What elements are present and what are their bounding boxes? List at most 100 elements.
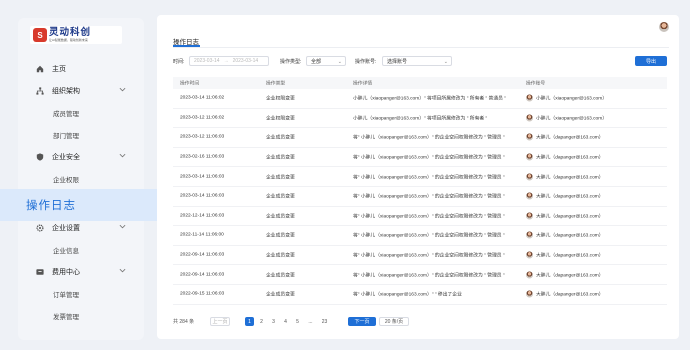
account-name: 大胖儿（dapanger@163.com） <box>536 194 604 200</box>
chevron-down-icon[interactable] <box>119 87 126 94</box>
type-label: 操作类型: <box>280 59 302 65</box>
cell-account: 大胖儿（dapanger@163.com） <box>526 133 604 141</box>
chevron-down-icon: ⌄ <box>337 59 342 65</box>
cell-time: 2023-03-14 11:06:02 <box>180 95 225 101</box>
chevron-down-icon[interactable] <box>119 224 126 231</box>
sidebar-item-label: 主页 <box>52 66 66 73</box>
account-name: 大胖儿（dapanger@163.com） <box>536 214 604 220</box>
export-button[interactable]: 导出 <box>635 56 667 66</box>
cell-detail: 小胖儿（xiaopanger@163.com）" 将项目所属修改为 " 所有者 … <box>353 116 488 122</box>
sidebar-item-10[interactable]: 订单管理 <box>18 283 144 305</box>
sidebar-item-5[interactable]: 企业权限 <box>18 168 144 190</box>
filter-bar: 时间: 2023-03-14 → 2023-03-14 操作类型: 全部 ⌄ 操… <box>173 56 673 66</box>
sidebar-item-11[interactable]: 发票管理 <box>18 305 144 327</box>
table-row: 2022-09-15 11:06:03 企业成员变更 将" 小胖儿（xiaopang… <box>173 285 667 305</box>
table-body: 2023-03-14 11:06:02 企业权限变更 小胖儿（xiaopanger@… <box>173 89 667 305</box>
cell-account: 小胖儿（xiaopanger@163.com） <box>526 94 607 102</box>
page-current[interactable]: 1 <box>245 317 254 326</box>
cell-type: 企业成员变更 <box>266 273 295 279</box>
table-row: 2023-03-14 11:06:02 企业权限变更 小胖儿（xiaopanger@… <box>173 89 667 109</box>
cell-time: 2022-12-14 11:06:03 <box>180 213 225 219</box>
sidebar-item-9[interactable]: 费用中心 <box>18 261 144 283</box>
header-detail: 操作详情 <box>353 81 373 87</box>
cell-account: 大胖儿（dapanger@163.com） <box>526 251 604 259</box>
page-size-select[interactable]: 20 条/页 <box>379 317 409 326</box>
pagination: 共 284 条 上一页 1 2 3 4 5... 23 下一页 20 条/页 <box>173 317 573 326</box>
account-name: 大胖儿（dapanger@163.com） <box>536 292 604 298</box>
account-select[interactable]: 选择账号 ⌄ <box>382 56 452 66</box>
table-row: 2023-02-16 11:06:03 企业成员变更 将" 小胖儿（xiaopang… <box>173 148 667 168</box>
table-header: 操作时间 操作类型 操作详情 操作账号 <box>173 77 667 89</box>
account-name: 小胖儿（xiaopanger@163.com） <box>536 96 607 102</box>
header-type: 操作类型 <box>266 81 286 87</box>
table-row: 2023-03-12 11:06:02 企业权限变更 小胖儿（xiaopanger@… <box>173 109 667 129</box>
sidebar-item-label: 企业信息 <box>53 248 79 255</box>
cell-detail: 将" 小胖儿（xiaopanger@163.com）" 的企业空间权限修改为 "… <box>353 194 505 200</box>
avatar <box>526 271 533 279</box>
page-link[interactable]: ... <box>306 317 315 326</box>
sidebar-item-label: 成员管理 <box>53 111 79 118</box>
chevron-down-icon[interactable] <box>119 268 126 275</box>
sidebar-item-label: 企业安全 <box>52 154 80 161</box>
sidebar-item-0[interactable]: 主页 <box>18 58 144 80</box>
main-panel: 操作日志 时间: 2023-03-14 → 2023-03-14 操作类型: 全… <box>157 15 679 339</box>
cell-type: 企业成员变更 <box>266 292 295 298</box>
cell-account: 大胖儿（dapanger@163.com） <box>526 271 604 279</box>
cell-account: 大胖儿（dapanger@163.com） <box>526 212 604 220</box>
header-account: 操作账号 <box>526 81 546 87</box>
cell-detail: 将" 小胖儿（xiaopanger@163.com）" 的企业空间权限修改为 "… <box>353 135 505 141</box>
cell-account: 大胖儿（dapanger@163.com） <box>526 173 604 181</box>
date-range-picker[interactable]: 2023-03-14 → 2023-03-14 <box>189 56 269 66</box>
cell-detail: 将" 小胖儿（xiaopanger@163.com）" 的企业空间权限修改为 "… <box>353 253 505 259</box>
log-table: 操作时间 操作类型 操作详情 操作账号 2023-03-14 11:06:02 企… <box>173 77 667 305</box>
avatar <box>526 192 533 200</box>
cell-type: 企业成员变更 <box>266 135 295 141</box>
cell-type: 企业成员变更 <box>266 253 295 259</box>
avatar <box>526 153 533 161</box>
cell-account: 大胖儿（dapanger@163.com） <box>526 290 604 298</box>
brand-logo[interactable]: S 灵动科创 让AI赋能数据，驱动创新未来 <box>30 26 122 44</box>
sidebar-item-8[interactable]: 企业信息 <box>18 239 144 261</box>
sidebar-item-label: 订单管理 <box>53 292 79 299</box>
sidebar-item-2[interactable]: 成员管理 <box>18 102 144 124</box>
cell-detail: 将" 小胖儿（xiaopanger@163.com）" 的企业空间权限修改为 "… <box>353 175 505 181</box>
cell-time: 2023-03-12 11:06:02 <box>180 115 225 121</box>
cell-time: 2022-11-14 11:06:00 <box>180 232 224 238</box>
page-link[interactable]: 3 <box>269 317 278 326</box>
chevron-down-icon[interactable] <box>119 153 126 160</box>
page-link[interactable]: 23 <box>320 317 329 326</box>
sidebar-item-active[interactable]: 操作日志 <box>0 189 176 221</box>
type-select[interactable]: 全部 ⌄ <box>306 56 346 66</box>
cell-time: 2023-03-14 11:06:03 <box>180 193 225 199</box>
account-label: 操作账号: <box>355 59 377 65</box>
cell-detail: 将" 小胖儿（xiaopanger@163.com）" 的企业空间权限修改为 "… <box>353 233 505 239</box>
cell-account: 小胖儿（xiaopanger@163.com） <box>526 114 607 122</box>
sidebar-item-1[interactable]: 组织架构 <box>18 80 144 102</box>
user-avatar[interactable] <box>659 22 669 32</box>
avatar <box>526 94 533 102</box>
type-value: 全部 <box>311 58 322 65</box>
sidebar-item-label: 组织架构 <box>52 88 80 95</box>
prev-page-button[interactable]: 上一页 <box>210 317 230 326</box>
table-row: 2022-09-14 11:06:03 企业成员变更 将" 小胖儿（xiaopang… <box>173 246 667 266</box>
date-end: 2023-03-14 <box>232 58 259 64</box>
next-page-button[interactable]: 下一页 <box>348 317 376 326</box>
account-name: 大胖儿（dapanger@163.com） <box>536 233 604 239</box>
avatar <box>526 251 533 259</box>
page-link[interactable]: 2 <box>257 317 266 326</box>
sidebar-item-label: 部门管理 <box>53 133 79 140</box>
page-link[interactable]: 4 <box>281 317 290 326</box>
page-link[interactable]: 5 <box>293 317 302 326</box>
org-icon <box>35 87 44 96</box>
avatar <box>526 114 533 122</box>
cell-account: 大胖儿（dapanger@163.com） <box>526 231 604 239</box>
sidebar-item-4[interactable]: 企业安全 <box>18 146 144 168</box>
sidebar-item-3[interactable]: 部门管理 <box>18 124 144 146</box>
avatar <box>526 133 533 141</box>
sidebar-item-label: 发票管理 <box>53 314 79 321</box>
brand-slogan: 让AI赋能数据，驱动创新未来 <box>49 37 88 42</box>
cell-detail: 将" 小胖儿（xiaopanger@163.com）" 的企业空间权限修改为 "… <box>353 214 505 220</box>
table-row: 2023-03-12 11:06:03 企业成员变更 将" 小胖儿（xiaopang… <box>173 128 667 148</box>
cell-type: 企业成员变更 <box>266 214 295 220</box>
account-value: 选择账号 <box>387 58 408 65</box>
